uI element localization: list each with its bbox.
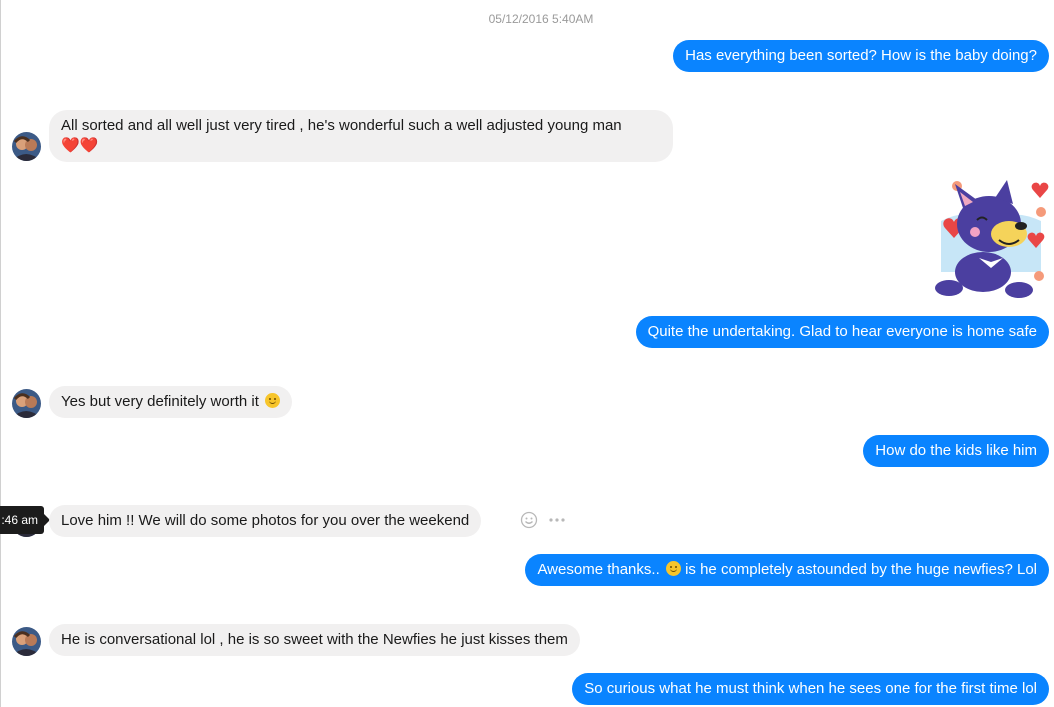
message-outgoing[interactable]: How do the kids like him	[863, 435, 1049, 467]
message-incoming[interactable]: He is conversational lol , he is so swee…	[49, 624, 580, 656]
message-text-after: is he completely astounded by the huge n…	[685, 561, 1037, 578]
react-emoji-icon[interactable]	[520, 511, 538, 534]
message-outgoing[interactable]: Awesome thanks.. is he completely astoun…	[525, 554, 1049, 586]
message-outgoing[interactable]: Has everything been sorted? How is the b…	[673, 40, 1049, 72]
message-incoming[interactable]: Love him !! We will do some photos for y…	[49, 505, 482, 537]
message-outgoing[interactable]: Quite the undertaking. Glad to hear ever…	[635, 316, 1049, 348]
smile-emoji	[665, 561, 681, 576]
wink-emoji	[265, 393, 281, 408]
message-outgoing[interactable]: So curious what he must think when he se…	[572, 673, 1049, 705]
message-actions	[520, 511, 566, 531]
message-text: Yes but very definitely worth it	[61, 393, 259, 410]
hearts-emoji: ❤️❤️	[61, 137, 99, 154]
date-header: 05/12/2016 5:40AM	[488, 12, 594, 26]
contact-avatar[interactable]	[12, 132, 41, 161]
happy-dog-with-hearts-sticker[interactable]	[929, 176, 1049, 300]
contact-avatar[interactable]	[12, 389, 41, 418]
more-options-icon[interactable]	[548, 511, 566, 534]
contact-avatar[interactable]	[12, 627, 41, 656]
message-incoming[interactable]: Yes but very definitely worth it	[49, 386, 293, 418]
message-incoming[interactable]: All sorted and all well just very tired …	[49, 110, 673, 162]
left-divider	[0, 0, 1, 707]
message-text-before: Awesome thanks..	[537, 561, 660, 578]
message-text: All sorted and all well just very tired …	[61, 117, 622, 134]
message-time-tooltip: :46 am	[0, 506, 50, 534]
